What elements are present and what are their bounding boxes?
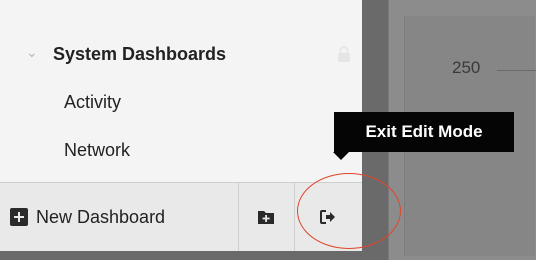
new-dashboard-button[interactable]: New Dashboard [0,183,239,251]
new-dashboard-label: New Dashboard [36,206,166,227]
background-axis-line [497,70,536,71]
sidebar-item-network[interactable]: Network [64,140,130,161]
sign-out-icon [320,210,335,224]
plus-square-icon [10,208,28,226]
folder-plus-icon [258,211,274,224]
sidebar-toolbar: New Dashboard [0,182,362,251]
exit-edit-mode-tooltip: Exit Edit Mode [334,112,514,152]
sidebar-item-activity[interactable]: Activity [64,92,121,113]
dashboard-sidebar: ⌄ System Dashboards Activity Network New… [0,0,362,251]
exit-edit-mode-button[interactable] [294,183,362,251]
lock-icon [338,46,350,62]
group-label: System Dashboards [53,44,227,64]
add-folder-button[interactable] [238,183,295,251]
tooltip-arrow [333,152,349,160]
background-axis-tick: 250 [452,58,481,77]
group-system-dashboards[interactable]: ⌄ System Dashboards [0,38,362,74]
chevron-down-icon[interactable]: ⌄ [26,44,38,61]
